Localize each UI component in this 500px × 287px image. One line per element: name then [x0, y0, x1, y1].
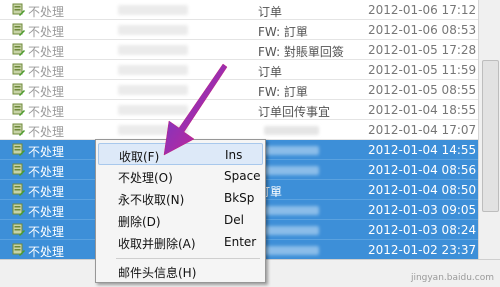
menu-item-shortcut: BkSp: [224, 191, 255, 205]
mail-server-icon: [12, 163, 25, 176]
watermark-text: jingyan.baidu.com: [410, 273, 494, 283]
date-label: 2012-01-02 23:37: [368, 243, 477, 257]
message-row[interactable]: 不处理 FW: 訂單 2012-01-06 08:53: [0, 20, 478, 40]
date-label: 2012-01-04 18:55: [368, 103, 477, 117]
date-label: 2012-01-04 14:55: [368, 143, 477, 157]
date-label: 2012-01-05 08:55: [368, 83, 477, 97]
menu-item-shortcut: Space: [224, 169, 261, 183]
mail-server-icon: [12, 143, 25, 156]
subject-label: [258, 143, 319, 157]
mail-server-icon: [12, 23, 25, 36]
menu-item-label: 删除(D): [118, 215, 161, 229]
subject-label: [258, 123, 319, 137]
mail-server-icon: [12, 83, 25, 96]
scrollbar-thumb[interactable]: [482, 60, 499, 212]
status-label: 不处理: [28, 125, 65, 139]
menu-item-never-receive[interactable]: 永不收取(N) BkSp: [98, 187, 263, 209]
message-row[interactable]: 不处理 订单 2012-01-06 17:12: [0, 0, 478, 20]
date-label: 2012-01-06 08:53: [368, 23, 477, 37]
subject-label: 订单: [258, 65, 283, 79]
mail-server-icon: [12, 223, 25, 236]
mail-server-icon: [12, 43, 25, 56]
subject-label: [258, 163, 319, 177]
sender-blurred: [118, 105, 188, 115]
sender-blurred: [118, 85, 188, 95]
mail-server-icon: [12, 183, 25, 196]
subject-label: [258, 243, 319, 257]
date-label: 2012-01-05 17:28: [368, 43, 477, 57]
mail-server-icon: [12, 203, 25, 216]
status-label: 不处理: [28, 45, 65, 59]
menu-item-receive-and-delete[interactable]: 收取并删除(A) Enter: [98, 231, 263, 253]
date-label: 2012-01-03 08:24: [368, 223, 477, 237]
status-label: 不处理: [28, 65, 65, 79]
menu-separator: [116, 258, 260, 259]
subject-label: [258, 223, 319, 237]
mail-server-icon: [12, 123, 25, 136]
menu-item-shortcut: Del: [224, 213, 244, 227]
menu-item-label: 不处理(O): [118, 171, 173, 185]
subject-blurred: [264, 126, 319, 135]
message-row[interactable]: 不处理 2012-01-04 17:07: [0, 120, 478, 140]
subject-blurred: [264, 146, 319, 155]
date-label: 2012-01-05 11:59: [368, 63, 477, 77]
status-label: 不处理: [28, 145, 65, 159]
date-label: 2012-01-03 09:05: [368, 203, 477, 217]
subject-label: 订单: [258, 5, 283, 19]
menu-item-header-info[interactable]: 邮件头信息(H): [98, 260, 263, 282]
menu-item-receive[interactable]: 收取(F) Ins: [98, 143, 263, 165]
sender-blurred: [118, 65, 188, 75]
subject-blurred: [264, 166, 319, 175]
subject-label: [258, 203, 319, 217]
message-row[interactable]: 不处理 FW: 訂單 2012-01-05 08:55: [0, 80, 478, 100]
menu-item-label: 收取(F): [119, 150, 160, 164]
subject-blurred: [264, 246, 319, 255]
mail-server-icon: [12, 243, 25, 256]
message-row[interactable]: 不处理 订单回传事宜 2012-01-04 18:55: [0, 100, 478, 120]
subject-blurred: [264, 226, 319, 235]
subject-blurred: [264, 206, 319, 215]
menu-item-label: 收取并删除(A): [118, 237, 196, 251]
menu-item-label: 永不收取(N): [118, 193, 185, 207]
status-label: 不处理: [28, 245, 65, 259]
sender-blurred: [118, 45, 188, 55]
status-label: 不处理: [28, 185, 65, 199]
sender-blurred: [118, 25, 188, 35]
sender-blurred: [118, 125, 188, 135]
menu-item-shortcut: Enter: [224, 235, 257, 249]
subject-label: FW: 訂單: [258, 85, 308, 99]
menu-item-ignore[interactable]: 不处理(O) Space: [98, 165, 263, 187]
status-label: 不处理: [28, 165, 65, 179]
message-row[interactable]: 不处理 FW: 對賬單回簽 2012-01-05 17:28: [0, 40, 478, 60]
date-label: 2012-01-06 17:12: [368, 3, 477, 17]
menu-item-shortcut: Ins: [225, 148, 243, 162]
mail-server-icon: [12, 63, 25, 76]
status-label: 不处理: [28, 5, 65, 19]
context-menu: 收取(F) Ins 不处理(O) Space 永不收取(N) BkSp 删除(D…: [95, 139, 266, 283]
status-label: 不处理: [28, 205, 65, 219]
menu-item-label: 邮件头信息(H): [118, 266, 197, 280]
message-row[interactable]: 不处理 订单 2012-01-05 11:59: [0, 60, 478, 80]
date-label: 2012-01-04 08:56: [368, 163, 477, 177]
status-label: 不处理: [28, 85, 65, 99]
vertical-scrollbar[interactable]: [478, 0, 500, 259]
menu-item-delete[interactable]: 删除(D) Del: [98, 209, 263, 231]
sender-blurred: [118, 5, 188, 15]
subject-label: FW: 對賬單回簽: [258, 45, 344, 59]
mail-server-icon: [12, 3, 25, 16]
status-label: 不处理: [28, 25, 65, 39]
mail-server-icon: [12, 103, 25, 116]
status-label: 不处理: [28, 225, 65, 239]
subject-label: FW: 訂單: [258, 25, 308, 39]
status-label: 不处理: [28, 105, 65, 119]
date-label: 2012-01-04 17:07: [368, 123, 477, 137]
subject-label: 订单回传事宜: [258, 105, 331, 119]
date-label: 2012-01-04 08:50: [368, 183, 477, 197]
